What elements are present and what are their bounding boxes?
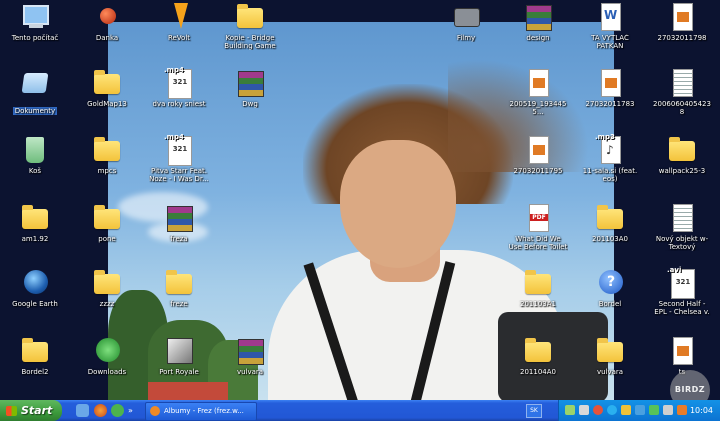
folder-icon <box>597 205 623 229</box>
desktop-icon-revolt[interactable]: ReVolt <box>149 2 209 42</box>
desktop-icon-201103a0[interactable]: 201103A0 <box>580 203 640 243</box>
folder-icon <box>669 137 695 161</box>
desktop-icon-toilet-paper-pdf[interactable]: What Did We Use Before Toilet Paper <box>508 203 568 251</box>
taskbar-clock[interactable]: 10:04 <box>690 400 713 421</box>
text-file-icon <box>673 204 693 232</box>
lightning-bolt-icon <box>174 3 188 29</box>
desktop-icon-goldmap13[interactable]: GoldMap13 <box>77 68 137 108</box>
desktop: Tento počítač Dokumenty Koš am1.92 Googl… <box>0 0 720 400</box>
tray-security-icon[interactable] <box>593 405 603 415</box>
desktop-icon-img-27032011783[interactable]: 27032011783 <box>580 68 640 108</box>
desktop-icon-design[interactable]: design <box>508 2 568 42</box>
desktop-icon-am192[interactable]: am1.92 <box>5 203 65 243</box>
tray-misc-icon[interactable] <box>677 405 687 415</box>
desktop-icon-sala-mp3[interactable]: ♪ .mp3 11-sala.si (feat. eos) <box>580 133 640 183</box>
image-file-icon <box>673 3 693 31</box>
folder-icon <box>166 270 192 294</box>
desktop-icon-img-27032011795[interactable]: 27032011795 <box>508 135 568 175</box>
desktop-icon-20060604054238[interactable]: 20060604054238 <box>652 68 712 116</box>
desktop-icon-freze[interactable]: freze <box>149 268 209 308</box>
pdf-file-icon <box>529 204 549 232</box>
folder-icon <box>597 338 623 362</box>
desktop-icon-bordel2[interactable]: Bordel2 <box>5 336 65 376</box>
tray-antivirus-icon[interactable] <box>621 405 631 415</box>
tray-display-icon[interactable] <box>635 405 645 415</box>
desktop-icon-wallpack[interactable]: wallpack25-3 <box>652 135 712 175</box>
image-file-icon <box>529 136 549 164</box>
download-arrow-icon <box>96 338 120 362</box>
tray-network-icon[interactable] <box>565 405 575 415</box>
folder-icon <box>94 205 120 229</box>
desktop-icon-freza[interactable]: freza <box>149 203 209 243</box>
folder-icon <box>94 70 120 94</box>
start-button[interactable]: Start <box>0 400 62 421</box>
recycle-bin-icon <box>26 137 44 163</box>
my-documents-icon <box>21 73 49 93</box>
desktop-icon-vulvara-folder[interactable]: vulvara <box>580 336 640 376</box>
firefox-icon <box>150 406 160 416</box>
folder-icon <box>237 4 263 28</box>
archive-icon <box>238 71 264 97</box>
desktop-icon-201103a1[interactable]: 201103A1 <box>508 268 568 308</box>
image-file-icon <box>673 69 693 97</box>
quicklaunch-firefox-icon[interactable] <box>94 404 107 417</box>
desktop-icon-google-earth[interactable]: Google Earth <box>5 268 65 308</box>
tray-skype-icon[interactable] <box>607 405 617 415</box>
quicklaunch-utorrent-icon[interactable] <box>111 404 124 417</box>
archive-icon <box>167 206 193 232</box>
quicklaunch-desktop-icon[interactable] <box>76 404 89 417</box>
desktop-icon-zzzz[interactable]: zzzz <box>77 268 137 308</box>
desktop-icon-img-200519[interactable]: 200519_1934455... <box>508 68 568 116</box>
taskbar-window-albumy[interactable]: Albumy - Frez (frez.w... <box>145 402 257 421</box>
tray-battery-icon[interactable] <box>663 405 673 415</box>
desktop-icon-filmy[interactable]: Filmy <box>436 2 496 42</box>
image-file-icon <box>673 337 693 365</box>
language-indicator[interactable]: SK <box>526 404 542 418</box>
archive-icon <box>238 339 264 365</box>
system-tray: 10:04 <box>558 400 720 421</box>
ball-icon <box>100 8 116 24</box>
desktop-icon-img-27032011798[interactable]: 27032011798 <box>652 2 712 42</box>
word-document-icon <box>601 3 621 31</box>
folder-icon <box>94 137 120 161</box>
image-file-icon <box>601 69 621 97</box>
image-file-icon <box>529 69 549 97</box>
game-icon <box>167 338 193 364</box>
computer-icon <box>23 5 49 25</box>
desktop-icon-pone[interactable]: pone <box>77 203 137 243</box>
desktop-icon-computer[interactable]: Tento počítač <box>5 2 65 42</box>
desktop-icon-danka[interactable]: Danka <box>77 2 137 42</box>
desktop-icon-pitva[interactable]: 321 .mp4 Pitva Starr Feat. Noze - I Was D… <box>149 133 209 183</box>
camera-icon <box>454 8 480 27</box>
desktop-icon-downloads[interactable]: Downloads <box>77 336 137 376</box>
folder-icon <box>525 338 551 362</box>
folder-icon <box>94 270 120 294</box>
desktop-icon-second-half-avi[interactable]: 321.avi Second Half - EPL - Chelsea v. M… <box>652 266 712 316</box>
desktop-icon-bordel[interactable]: ? Bordel <box>580 268 640 308</box>
desktop-icon-vulvara-rar[interactable]: vulvara <box>220 336 280 376</box>
desktop-icon-201104a0[interactable]: 201104A0 <box>508 336 568 376</box>
windows-flag-icon <box>6 406 17 416</box>
desktop-icon-recycle-bin[interactable]: Koš <box>5 135 65 175</box>
tray-volume-icon[interactable] <box>579 405 589 415</box>
desktop-icon-port-royale[interactable]: Port Royale <box>149 336 209 376</box>
google-earth-icon <box>24 270 48 294</box>
quicklaunch-expand-icon[interactable]: » <box>128 404 136 417</box>
desktop-icon-ta-vytlac[interactable]: TA VYTLAČ PATKAN <box>580 2 640 50</box>
desktop-icon-dwg[interactable]: Dwg <box>220 68 280 108</box>
tray-update-icon[interactable] <box>649 405 659 415</box>
desktop-icon-mpcs[interactable]: mpcs <box>77 135 137 175</box>
archive-icon <box>526 5 552 31</box>
folder-icon <box>22 205 48 229</box>
help-icon: ? <box>599 270 623 294</box>
folder-icon <box>22 338 48 362</box>
taskbar: Start » Albumy - Frez (frez.w... SK 10:0… <box>0 400 720 421</box>
desktop-icon-ts[interactable]: ts <box>652 336 712 376</box>
folder-icon <box>525 270 551 294</box>
desktop-icon-bridge-game[interactable]: Kopie - Bridge Building Game <box>220 2 280 50</box>
desktop-icon-text-document[interactable]: Nový objekt w-Textový dokument <box>652 203 712 251</box>
desktop-icon-dva-roky[interactable]: 321 .mp4 dva roky sniest <box>149 66 209 108</box>
desktop-icon-documents[interactable]: Dokumenty <box>5 68 65 119</box>
